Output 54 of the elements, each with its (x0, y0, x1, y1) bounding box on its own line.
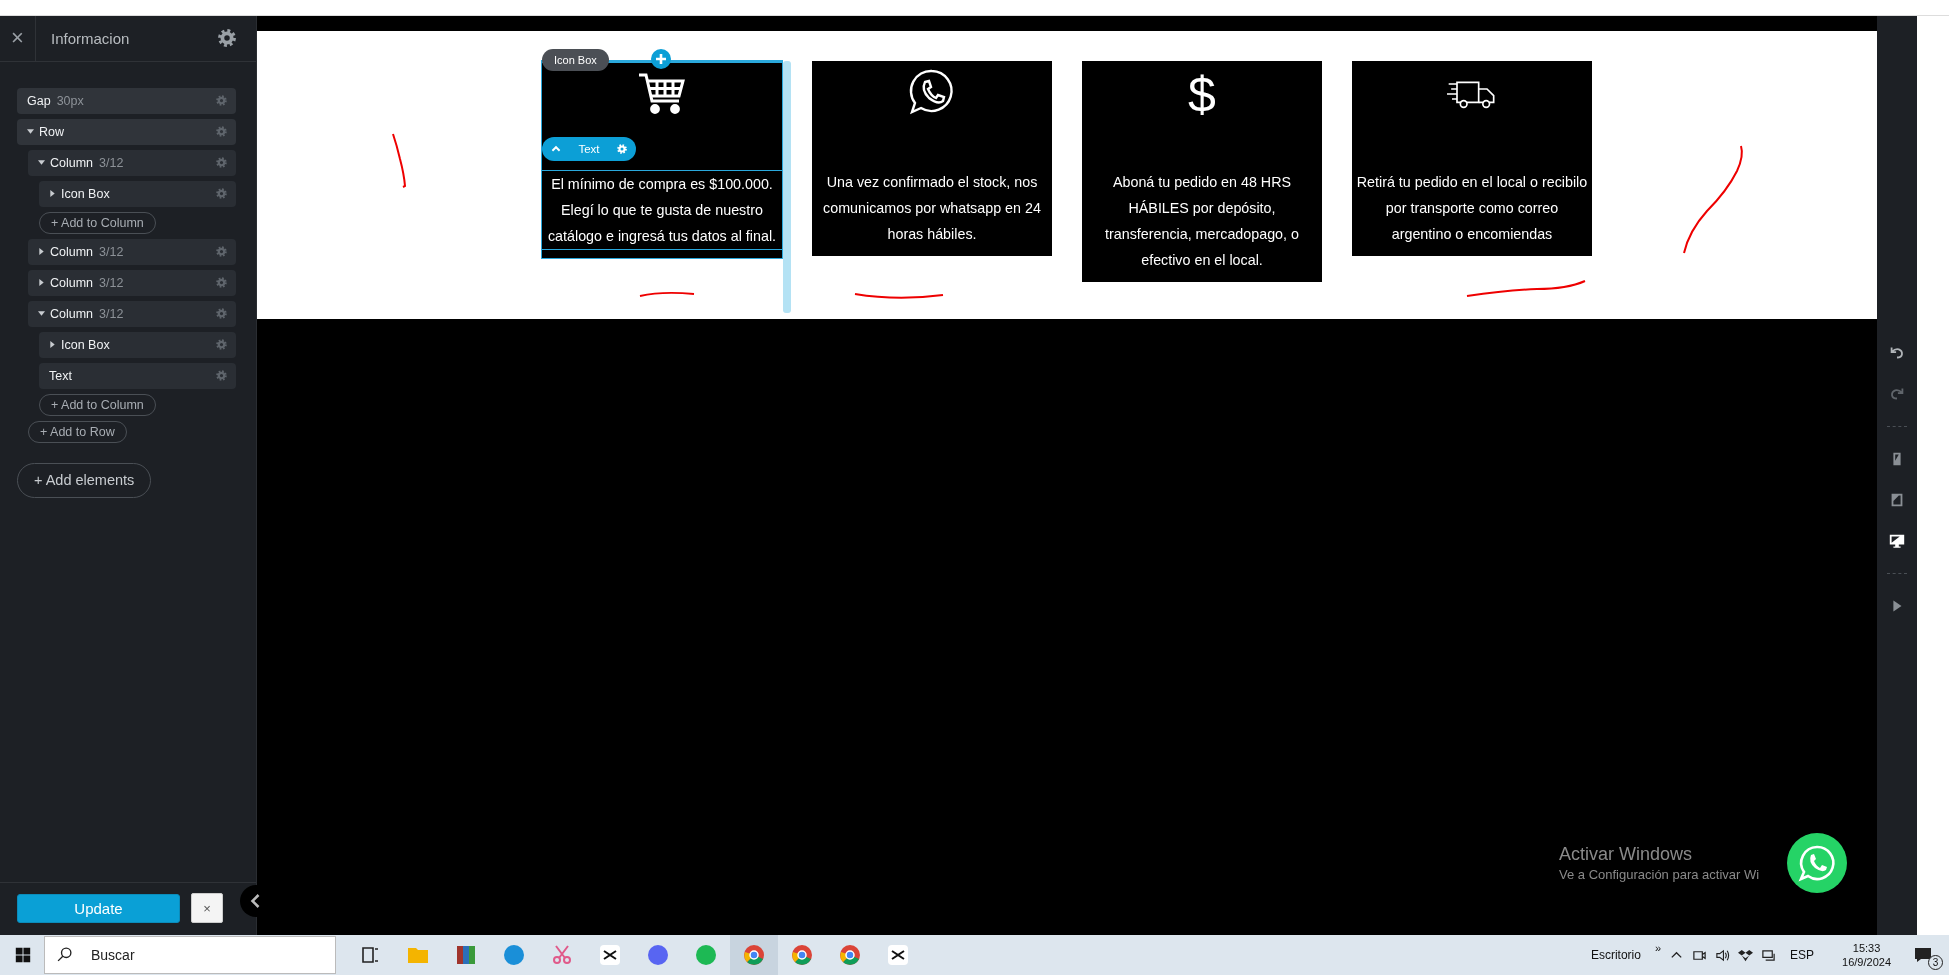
card-text: El mínimo de compra es $100.000. Elegí lo que te gusta de nuestro catálogo e ingresá tus datos al final. (542, 171, 782, 249)
resize-handle[interactable] (783, 61, 791, 313)
tree-item[interactable]: Column 3/12 (28, 239, 236, 265)
caret-icon[interactable] (49, 341, 56, 349)
volume-icon[interactable] (1715, 947, 1731, 963)
element-tag[interactable]: Icon Box (542, 49, 609, 71)
chat-button-icon[interactable] (1787, 833, 1847, 893)
app-icon[interactable] (598, 943, 622, 967)
scissors-icon[interactable] (550, 943, 574, 967)
tree-item[interactable]: Column 3/12 (28, 270, 236, 296)
language-indicator[interactable]: ESP (1790, 948, 1815, 962)
network-icon[interactable] (1761, 947, 1777, 963)
close-button[interactable]: × (0, 16, 36, 61)
dollar-icon: $ (1188, 67, 1216, 123)
app-icon[interactable] (886, 943, 910, 967)
caret-icon[interactable] (38, 310, 45, 318)
search-field[interactable]: Buscar (44, 936, 336, 974)
caret-icon[interactable] (27, 128, 34, 136)
icon-box[interactable]: Retirá tu pedido en el local o recibilo por transporte como correo argentino o encomiendas (1352, 61, 1592, 256)
icon-box[interactable]: $ Aboná tu pedido en 48 HRS HÁBILES por depósito, transferencia, mercadopago, o efectivo en el local. (1082, 61, 1322, 282)
add-icon[interactable] (651, 49, 671, 69)
tree-item[interactable]: Row (17, 119, 236, 145)
notification-icon[interactable] (1913, 945, 1933, 965)
tree-item[interactable]: Column 3/12 (28, 150, 236, 176)
card-text: Aboná tu pedido en 48 HRS HÁBILES por depósito, transferencia, mercadopago, o efectivo en el local. (1104, 173, 1300, 270)
tree-item[interactable]: Column 3/12 (28, 301, 236, 327)
search-icon (56, 946, 73, 963)
notification-count: 3 (1928, 955, 1943, 970)
caret-icon[interactable] (38, 279, 45, 287)
desktop-label[interactable]: Escritorio (1590, 948, 1641, 962)
card-text: Una vez confirmado el stock, nos comunicamos por whatsapp en 24 horas hábiles. (822, 173, 1042, 244)
settings-icon[interactable] (216, 27, 238, 50)
card-text: Retirá tu pedido en el local o recibilo por transporte como correo argentino o encomiendas (1355, 173, 1589, 244)
monitor-icon[interactable] (1888, 532, 1906, 550)
tree-item[interactable]: Icon Box (39, 181, 236, 207)
activation-title: Activar Windows (1559, 844, 1694, 865)
scribble-mark (639, 291, 695, 297)
clock-time[interactable]: 15:33 (1852, 941, 1881, 955)
icon-box[interactable]: Una vez confirmado el stock, nos comunicamos por whatsapp en 24 horas hábiles. (812, 61, 1052, 256)
caret-icon[interactable] (38, 159, 45, 167)
windows-icon[interactable] (14, 946, 32, 964)
clock-date[interactable]: 16/9/2024 (1842, 955, 1891, 969)
panel-title: Informacion (50, 30, 131, 47)
activation-text: Ve a Configuración para activar Wi (1559, 867, 1760, 882)
scribble-mark (392, 133, 406, 188)
overflow-toggle[interactable]: » (1654, 942, 1662, 954)
dropbox-icon[interactable] (1738, 947, 1754, 963)
cancel-button[interactable]: × (191, 893, 223, 923)
books-icon[interactable] (454, 943, 478, 967)
caret-icon[interactable] (49, 190, 56, 198)
tree-item[interactable]: Text (39, 363, 236, 389)
tree-item[interactable]: Icon Box (39, 332, 236, 358)
tree-item[interactable]: Gap 30px (17, 88, 236, 114)
caret-icon[interactable] (38, 248, 45, 256)
